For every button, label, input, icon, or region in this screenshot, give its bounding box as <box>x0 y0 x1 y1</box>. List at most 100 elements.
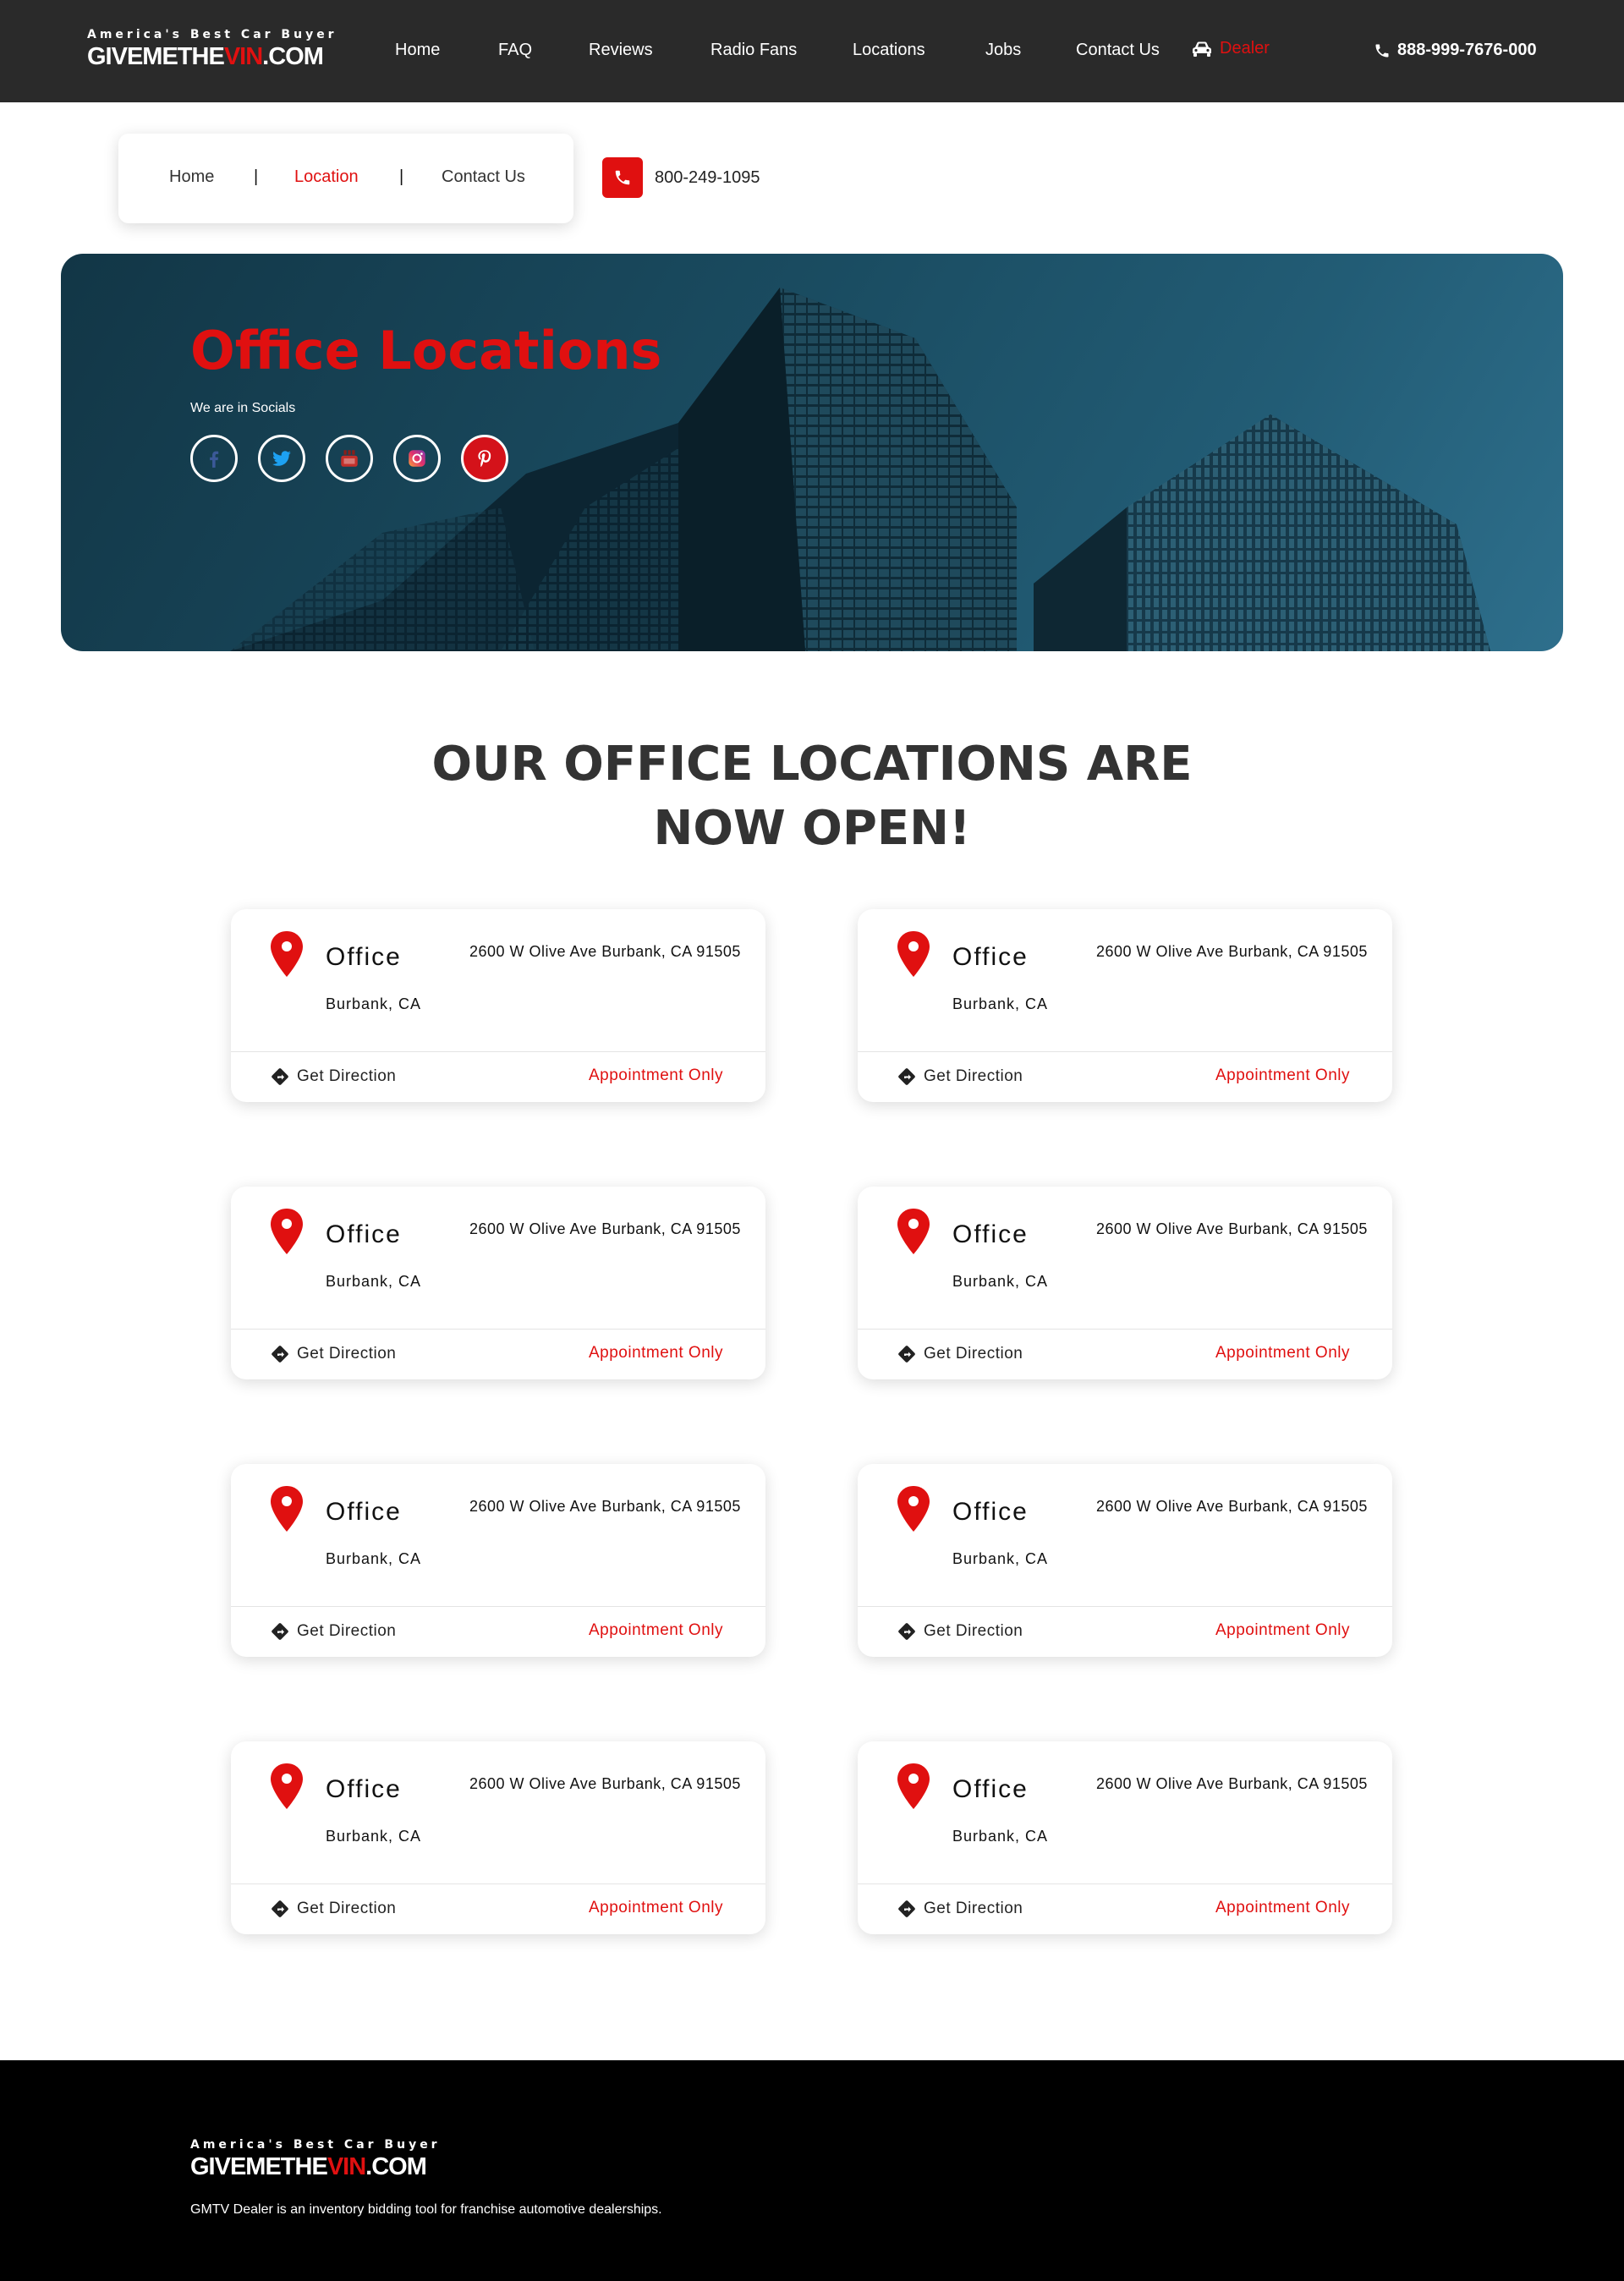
get-direction-label: Get Direction <box>297 1622 397 1640</box>
get-direction-link[interactable]: Get Direction <box>897 1621 1023 1642</box>
section-heading-line-1: OUR OFFICE LOCATIONS ARE <box>431 737 1193 792</box>
office-name: Office <box>952 1498 1029 1526</box>
facebook-icon[interactable] <box>190 435 238 482</box>
appointment-only-label: Appointment Only <box>1215 1066 1350 1084</box>
office-name: Office <box>952 1775 1029 1803</box>
office-address: 2600 W Olive Ave Burbank, CA 91505 <box>1096 1498 1368 1515</box>
office-name: Office <box>952 1220 1029 1248</box>
office-card: Office Burbank, CA 2600 W Olive Ave Burb… <box>231 909 765 1102</box>
header-phone-number: 888-999-7676-000 <box>1397 41 1537 59</box>
footer-logo-brand-prefix: GIVEMETHE <box>190 2153 328 2180</box>
office-card: Office Burbank, CA 2600 W Olive Ave Burb… <box>231 1187 765 1379</box>
header-phone[interactable]: 888-999-7676-000 <box>1374 41 1537 60</box>
office-address: 2600 W Olive Ave Burbank, CA 91505 <box>469 1775 741 1792</box>
footer-logo-tagline: America's Best Car Buyer <box>190 2138 441 2152</box>
office-city: Burbank, CA <box>326 995 422 1012</box>
nav-reviews[interactable]: Reviews <box>589 41 653 60</box>
breadcrumb-location[interactable]: Location <box>294 167 359 187</box>
appointment-only-label: Appointment Only <box>1215 1899 1350 1916</box>
appointment-only-label: Appointment Only <box>588 1344 723 1362</box>
office-name: Office <box>326 1498 402 1526</box>
hero-title: Office Locations <box>190 320 662 381</box>
nav-home[interactable]: Home <box>395 41 440 60</box>
direction-icon <box>898 1623 915 1640</box>
instagram-icon[interactable] <box>393 435 441 482</box>
footer: America's Best Car Buyer GIVEMETHEVIN.CO… <box>0 2060 1624 2281</box>
get-direction-link[interactable]: Get Direction <box>270 1899 396 1919</box>
office-card: Office Burbank, CA 2600 W Olive Ave Burb… <box>858 909 1392 1102</box>
office-card: Office Burbank, CA 2600 W Olive Ave Burb… <box>858 1187 1392 1379</box>
appointment-only-label: Appointment Only <box>588 1621 723 1639</box>
nav-contact-us[interactable]: Contact Us <box>1076 41 1160 60</box>
office-city: Burbank, CA <box>326 1550 422 1567</box>
breadcrumb-phone-number: 800-249-1095 <box>655 167 760 187</box>
office-city: Burbank, CA <box>952 1273 1049 1290</box>
get-direction-label: Get Direction <box>297 1345 397 1363</box>
breadcrumb-home[interactable]: Home <box>169 167 214 187</box>
appointment-only-label: Appointment Only <box>1215 1344 1350 1362</box>
office-address: 2600 W Olive Ave Burbank, CA 91505 <box>1096 1220 1368 1237</box>
appointment-only-label: Appointment Only <box>588 1899 723 1916</box>
get-direction-link[interactable]: Get Direction <box>897 1344 1023 1364</box>
section-heading: OUR OFFICE LOCATIONS ARE NOW OPEN! <box>0 732 1624 861</box>
section-heading-line-2: NOW OPEN! <box>653 801 971 856</box>
card-divider <box>858 1883 1392 1884</box>
location-pin-icon <box>271 1763 303 1809</box>
office-card: Office Burbank, CA 2600 W Olive Ave Burb… <box>858 1464 1392 1657</box>
footer-logo-brand: GIVEMETHEVIN.COM <box>190 2153 441 2181</box>
footer-logo-brand-suffix: .COM <box>365 2153 427 2180</box>
top-navigation-bar: America's Best Car Buyer GIVEMETHEVIN.CO… <box>0 0 1624 102</box>
direction-icon <box>272 1623 288 1640</box>
location-pin-icon <box>897 1763 930 1809</box>
twitter-icon[interactable] <box>258 435 305 482</box>
get-direction-label: Get Direction <box>924 1900 1023 1917</box>
office-city: Burbank, CA <box>326 1273 422 1290</box>
nav-dealer[interactable]: Dealer <box>1191 39 1270 58</box>
nav-locations[interactable]: Locations <box>853 41 925 60</box>
footer-logo-brand-vin: VIN <box>326 2153 366 2180</box>
direction-icon <box>272 1068 288 1085</box>
direction-icon <box>898 1068 915 1085</box>
office-card: Office Burbank, CA 2600 W Olive Ave Burb… <box>231 1464 765 1657</box>
hero-subtitle: We are in Socials <box>190 401 296 415</box>
office-name: Office <box>952 943 1029 971</box>
office-address: 2600 W Olive Ave Burbank, CA 91505 <box>469 1220 741 1237</box>
get-direction-label: Get Direction <box>297 1900 397 1917</box>
office-city: Burbank, CA <box>952 1828 1049 1845</box>
get-direction-link[interactable]: Get Direction <box>897 1899 1023 1919</box>
pinterest-icon[interactable] <box>461 435 508 482</box>
location-pin-icon <box>271 1209 303 1254</box>
nav-jobs[interactable]: Jobs <box>985 41 1021 60</box>
direction-icon <box>272 1900 288 1917</box>
nav-faq[interactable]: FAQ <box>498 41 532 60</box>
direction-icon <box>898 1346 915 1363</box>
get-direction-label: Get Direction <box>924 1622 1023 1640</box>
phone-icon <box>602 157 643 198</box>
hero-banner: Office Locations We are in Socials <box>61 254 1563 651</box>
direction-icon <box>898 1900 915 1917</box>
breadcrumb-phone[interactable]: 800-249-1095 <box>602 157 760 198</box>
card-divider <box>858 1606 1392 1607</box>
nav-radio-fans[interactable]: Radio Fans <box>710 41 797 60</box>
direction-icon <box>272 1346 288 1363</box>
social-links <box>190 435 508 482</box>
location-pin-icon <box>897 1486 930 1532</box>
card-divider <box>858 1329 1392 1330</box>
office-city: Burbank, CA <box>952 995 1049 1012</box>
get-direction-link[interactable]: Get Direction <box>270 1344 396 1364</box>
get-direction-link[interactable]: Get Direction <box>270 1066 396 1087</box>
get-direction-link[interactable]: Get Direction <box>897 1066 1023 1087</box>
breadcrumb: Home | Location | Contact Us <box>118 134 573 223</box>
office-name: Office <box>326 1775 402 1803</box>
youtube-icon[interactable] <box>326 435 373 482</box>
office-address: 2600 W Olive Ave Burbank, CA 91505 <box>1096 943 1368 960</box>
footer-description: GMTV Dealer is an inventory bidding tool… <box>190 2202 662 2217</box>
location-pin-icon <box>271 1486 303 1532</box>
nav-dealer-label: Dealer <box>1220 39 1270 58</box>
breadcrumb-contact-us[interactable]: Contact Us <box>442 167 525 187</box>
office-card: Office Burbank, CA 2600 W Olive Ave Burb… <box>231 1741 765 1934</box>
appointment-only-label: Appointment Only <box>588 1066 723 1084</box>
phone-icon <box>1375 44 1389 57</box>
footer-logo[interactable]: America's Best Car Buyer GIVEMETHEVIN.CO… <box>190 2138 441 2181</box>
get-direction-link[interactable]: Get Direction <box>270 1621 396 1642</box>
